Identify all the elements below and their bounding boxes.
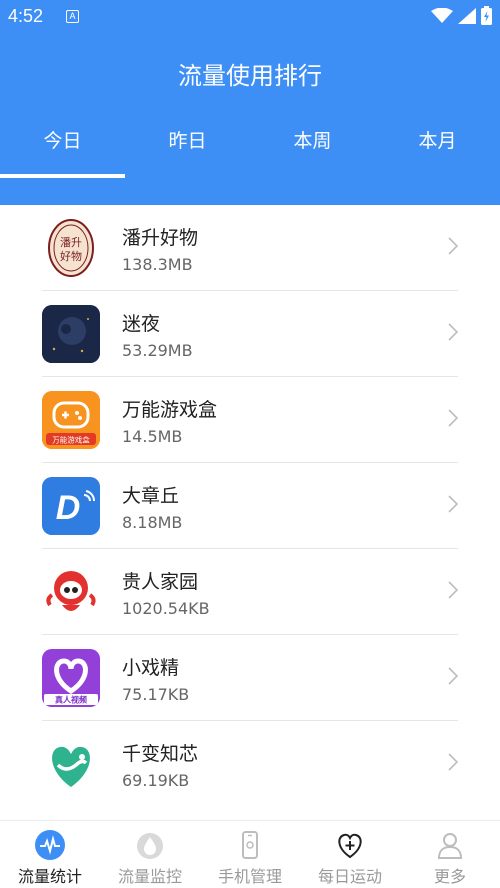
app-name: 贵人家园 [122, 571, 199, 593]
nav-label: 流量统计 [17, 867, 82, 886]
svg-text:好物: 好物 [60, 249, 82, 263]
heart-plus-icon [338, 833, 362, 859]
app-traffic-size: 14.5MB [122, 427, 183, 446]
miye-icon [42, 305, 100, 363]
nav-label: 手机管理 [217, 867, 282, 886]
app-name: 迷夜 [122, 313, 161, 335]
tab-today[interactable]: 今日 [0, 126, 125, 153]
dazhangqiu-logo-text: D [56, 489, 81, 527]
guiren-mascot-icon [42, 563, 100, 621]
tab-yesterday[interactable]: 昨日 [125, 126, 250, 153]
gamebox-logo-text: 万能游戏盒 [52, 435, 90, 445]
app-traffic-size: 8.18MB [122, 513, 183, 532]
dazhangqiu-icon: D [42, 477, 100, 535]
period-tabs: 今日 昨日 本周 本月 [0, 126, 500, 166]
app-traffic-size: 69.19KB [122, 771, 190, 790]
list-item[interactable]: 千变知芯 69.19KB [0, 721, 500, 807]
list-item[interactable]: 迷夜 53.29MB [0, 291, 500, 377]
list-item[interactable]: 贵人家园 1020.54KB [0, 549, 500, 635]
person-icon [437, 833, 463, 859]
tab-this-month[interactable]: 本月 [375, 126, 500, 153]
app-traffic-size: 75.17KB [122, 685, 190, 704]
nav-label: 每日运动 [317, 867, 382, 886]
pulse-icon [35, 830, 65, 860]
status-time: 4:52 [8, 6, 44, 26]
app-traffic-size: 53.29MB [122, 341, 193, 360]
chevron-right-icon [448, 495, 458, 513]
qianbian-heart-icon [42, 735, 100, 793]
phone-icon [242, 831, 258, 859]
battery-icon [481, 6, 492, 25]
gamepad-box-icon: 万能游戏盒 [42, 391, 100, 449]
list-item[interactable]: 真人视频 小戏精 75.17KB [0, 635, 500, 721]
tab-this-week[interactable]: 本周 [250, 126, 375, 153]
list-item[interactable]: 万能游戏盒 万能游戏盒 14.5MB [0, 377, 500, 463]
bottom-navigation: 流量统计 流量监控 手机管理 每日运动 更多 [0, 820, 500, 888]
pansheng-logo-text: 潘升 [60, 236, 82, 249]
chevron-right-icon [448, 409, 458, 427]
nav-traffic-monitor[interactable]: 流量监控 [100, 821, 200, 888]
nav-phone-manage[interactable]: 手机管理 [200, 821, 300, 888]
chevron-right-icon [448, 323, 458, 341]
tab-indicator [0, 174, 125, 178]
app-traffic-size: 138.3MB [122, 255, 193, 274]
droplet-icon [137, 833, 163, 859]
status-icons [431, 6, 492, 25]
nav-daily-exercise[interactable]: 每日运动 [300, 821, 400, 888]
nav-more[interactable]: 更多 [400, 821, 500, 888]
status-bar: 4:52 A [0, 0, 500, 34]
nav-label: 更多 [433, 867, 466, 886]
signal-icon [458, 7, 476, 24]
app-name: 小戏精 [122, 657, 180, 679]
app-name: 千变知芯 [122, 743, 199, 765]
app-name: 万能游戏盒 [122, 399, 218, 421]
app-traffic-size: 1020.54KB [122, 599, 210, 618]
app-name: 大章丘 [122, 485, 180, 507]
chevron-right-icon [448, 581, 458, 599]
list-item[interactable]: D 大章丘 8.18MB [0, 463, 500, 549]
nav-traffic-stats[interactable]: 流量统计 [0, 821, 100, 888]
chevron-right-icon [448, 753, 458, 771]
page-title: 流量使用排行 [178, 62, 322, 90]
xiaoxijing-icon: 真人视频 [42, 649, 100, 707]
app-name: 潘升好物 [122, 227, 199, 249]
list-item[interactable]: 潘升 好物 潘升好物 138.3MB [0, 205, 500, 291]
notification-a-icon: A [66, 10, 79, 23]
nav-label: 流量监控 [117, 867, 182, 886]
xiaoxijing-logo-text: 真人视频 [55, 695, 87, 705]
wifi-icon [431, 7, 453, 23]
header: 4:52 A 流量使用排行 今日 昨日 本周 本月 [0, 0, 500, 205]
chevron-right-icon [448, 667, 458, 685]
chevron-right-icon [448, 237, 458, 255]
pansheng-haowu-icon: 潘升 好物 [42, 219, 100, 277]
